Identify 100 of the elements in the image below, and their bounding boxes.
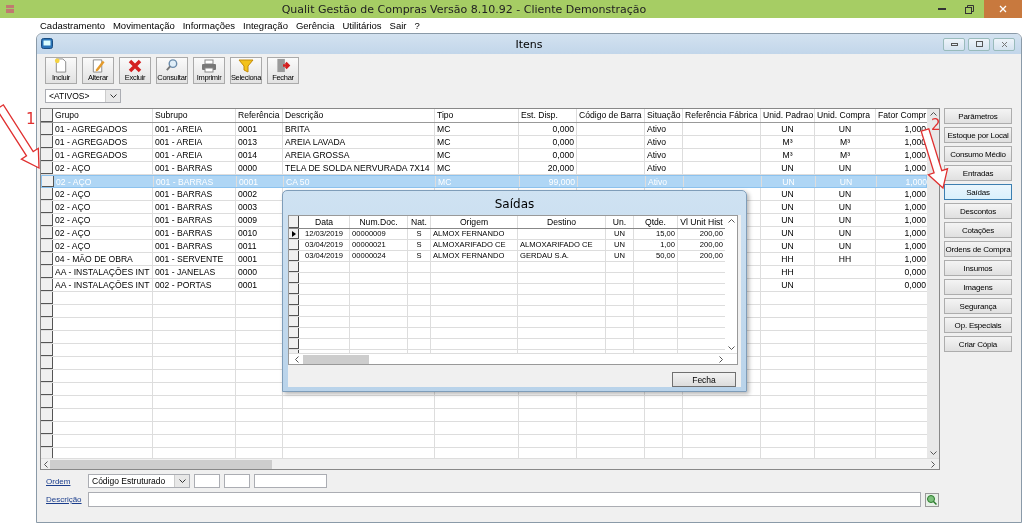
row-header[interactable] xyxy=(41,201,53,213)
row-header[interactable] xyxy=(41,331,53,343)
close-dialog-button[interactable]: Fecha xyxy=(672,372,736,387)
row-header[interactable] xyxy=(41,240,53,252)
vertical-scrollbar[interactable] xyxy=(725,216,737,353)
menu-item[interactable]: Sair xyxy=(389,20,407,31)
close-button[interactable] xyxy=(993,37,1015,51)
input-field[interactable] xyxy=(194,474,220,488)
column-header[interactable]: Unid. Compra xyxy=(817,109,870,122)
table-cell: 002 - PORTAS xyxy=(155,279,212,291)
column-header[interactable]: Referência xyxy=(238,109,280,122)
printer-icon xyxy=(201,59,217,73)
column-header[interactable]: Un. xyxy=(612,216,627,228)
column-header[interactable]: Data xyxy=(314,216,334,228)
row-header[interactable] xyxy=(41,266,53,278)
row-header[interactable] xyxy=(41,435,53,447)
table-cell: 001 - BARRAS xyxy=(156,176,214,187)
row-header[interactable] xyxy=(41,409,53,421)
column-header[interactable]: Referência Fábrica xyxy=(685,109,758,122)
column-header[interactable]: Subrupo xyxy=(155,109,188,122)
column-header[interactable]: Descrição xyxy=(285,109,324,122)
table-cell: 0009 xyxy=(238,214,258,226)
input-field[interactable] xyxy=(224,474,250,488)
row-header[interactable] xyxy=(41,188,53,200)
description-field[interactable] xyxy=(88,492,921,507)
maximize-icon xyxy=(975,41,983,47)
column-header[interactable]: Num.Doc. xyxy=(359,216,398,228)
row-header[interactable] xyxy=(41,227,53,239)
input-field[interactable] xyxy=(254,474,327,488)
table-cell: MC xyxy=(437,162,451,174)
side-button[interactable]: Segurança xyxy=(944,298,1012,314)
order-dropdown[interactable]: Código Estruturado xyxy=(88,474,190,488)
row-header[interactable] xyxy=(289,229,299,239)
horizontal-scrollbar[interactable] xyxy=(41,458,939,469)
side-button[interactable]: Insumos xyxy=(944,260,1012,276)
row-header[interactable] xyxy=(41,253,53,265)
side-button[interactable]: Op. Especiais xyxy=(944,317,1012,333)
row-header[interactable] xyxy=(289,251,299,261)
side-button[interactable]: Descontos xyxy=(944,203,1012,219)
column-header[interactable]: Est. Disp. xyxy=(521,109,558,122)
vertical-scrollbar[interactable] xyxy=(927,109,939,458)
row-header[interactable] xyxy=(41,292,53,304)
menu-item[interactable]: Utilitários xyxy=(342,20,382,31)
table-cell: 001 - BARRAS xyxy=(155,188,213,200)
column-header[interactable]: Tipo xyxy=(437,109,454,122)
row-header[interactable] xyxy=(41,383,53,395)
row-header[interactable] xyxy=(41,305,53,317)
column-header[interactable]: Situação xyxy=(647,109,681,122)
search-icon[interactable] xyxy=(925,492,939,507)
side-button[interactable]: Imagens xyxy=(944,279,1012,295)
maximize-button[interactable] xyxy=(968,37,990,51)
column-header[interactable]: Qtde. xyxy=(645,216,666,228)
table-cell: Ativo xyxy=(647,162,667,174)
page-icon xyxy=(54,58,68,73)
column-header[interactable]: Unid. Padrao xyxy=(763,109,814,122)
row-header[interactable] xyxy=(41,136,53,148)
row-header[interactable] xyxy=(41,422,53,434)
column-header[interactable]: Nat. xyxy=(411,216,427,228)
row-header[interactable] xyxy=(41,214,53,226)
column-header[interactable]: Grupo xyxy=(55,109,79,122)
menu-item[interactable]: ? xyxy=(414,20,420,31)
table-cell: 0001 xyxy=(238,253,258,265)
column-header[interactable]: Código de Barra xyxy=(579,109,642,122)
row-header[interactable] xyxy=(41,396,53,408)
row-header[interactable] xyxy=(289,240,299,250)
side-button[interactable]: Cotações xyxy=(944,222,1012,238)
menu-item[interactable]: Movimentação xyxy=(112,20,175,31)
row-header[interactable] xyxy=(42,176,54,187)
table-row[interactable]: 01 - AGREGADOS 001 - AREIA 0014 AREIA GROSSA MC 0,000 Ativo M³ M³ 1,000 xyxy=(41,149,928,162)
row-header[interactable] xyxy=(41,149,53,161)
table-cell: 01 - AGREGADOS xyxy=(55,123,128,135)
side-button[interactable]: Entradas xyxy=(944,165,1012,181)
column-header[interactable]: Destino xyxy=(546,216,577,228)
menu-item[interactable]: Gerência xyxy=(295,20,335,31)
menu-item[interactable]: Cadastramento xyxy=(40,20,105,31)
scroll-left-icon xyxy=(44,460,48,468)
menu-item[interactable]: Integração xyxy=(243,20,288,31)
row-header[interactable] xyxy=(41,448,53,458)
filter-dropdown[interactable]: <ATIVOS> xyxy=(45,89,121,103)
row-header[interactable] xyxy=(41,370,53,382)
table-cell: 01 - AGREGADOS xyxy=(55,136,128,148)
side-button[interactable]: Saídas xyxy=(944,184,1012,200)
side-button[interactable]: Parâmetros xyxy=(944,108,1012,124)
row-header[interactable] xyxy=(41,123,53,135)
row-header[interactable] xyxy=(41,357,53,369)
column-header[interactable]: Origem xyxy=(459,216,489,228)
menu-item[interactable]: Informações xyxy=(182,20,235,31)
annotation-label: 1 xyxy=(26,112,36,127)
column-header[interactable]: Vl Unit Hist xyxy=(680,216,723,228)
row-header[interactable] xyxy=(41,279,53,291)
row-header[interactable] xyxy=(41,344,53,356)
row-header[interactable] xyxy=(41,162,53,174)
side-button[interactable]: Consumo Médio xyxy=(944,146,1012,162)
row-header[interactable] xyxy=(41,318,53,330)
minimize-button[interactable] xyxy=(943,37,965,51)
side-button[interactable]: Criar Cópia xyxy=(944,336,1012,352)
column-header[interactable]: Fator Compr xyxy=(878,109,927,122)
side-button[interactable]: Ordens de Compra xyxy=(944,241,1012,257)
side-button[interactable]: Estoque por Local xyxy=(944,127,1012,143)
horizontal-scrollbar[interactable] xyxy=(289,353,737,364)
